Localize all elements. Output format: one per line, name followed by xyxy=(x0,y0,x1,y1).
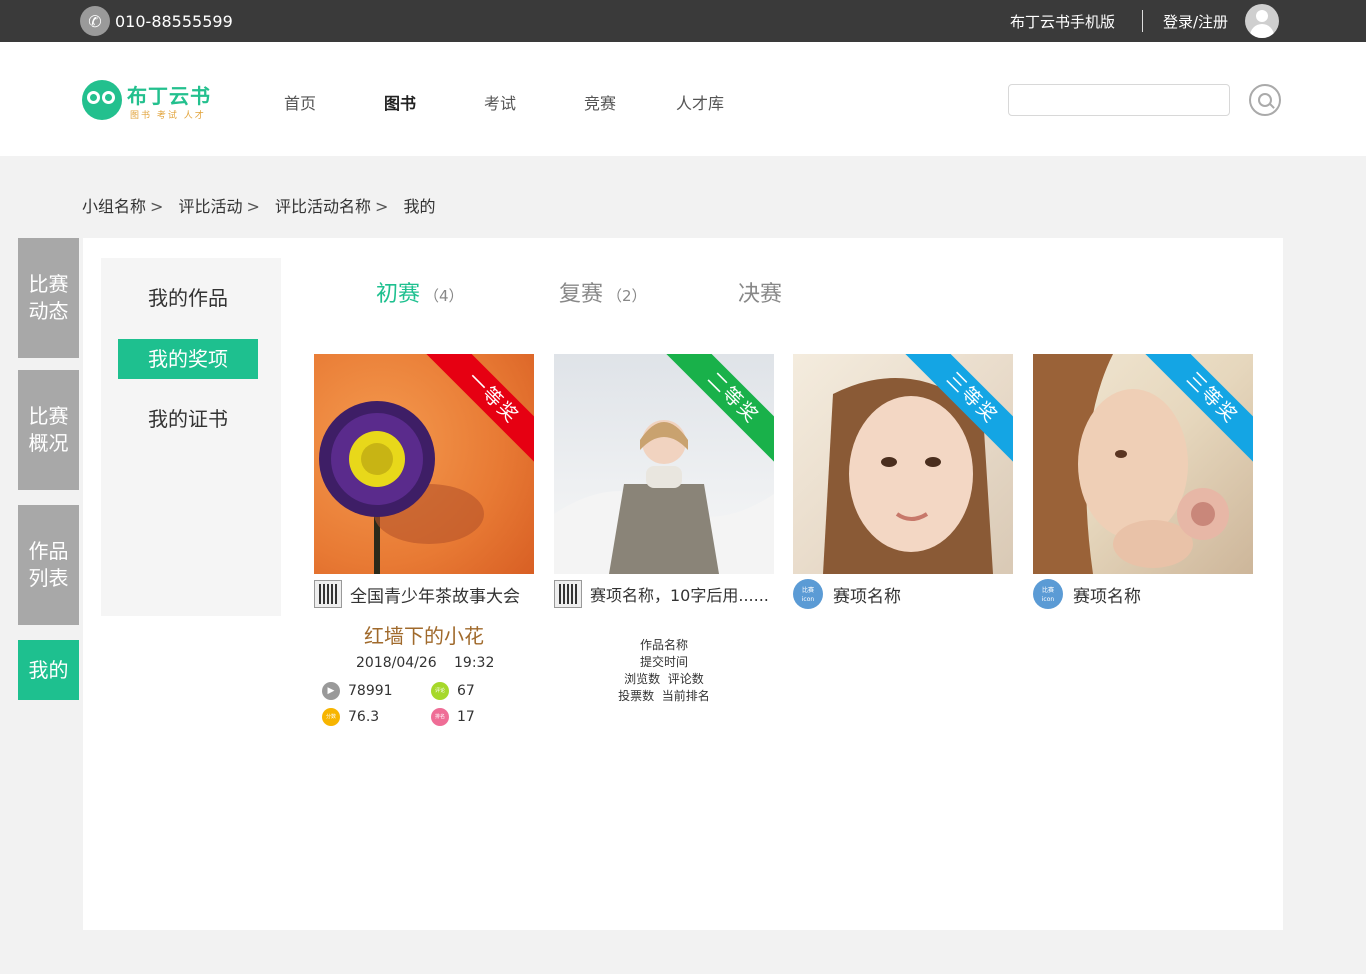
rank-value: 17 xyxy=(457,709,475,725)
rank-icon: 排名 xyxy=(431,708,449,726)
card-title: 赛项名称 xyxy=(1073,586,1141,607)
logo-subtitle: 图书 考试 人才 xyxy=(130,111,206,121)
card-title-row: 赛项名称，10字后用...... xyxy=(554,580,774,608)
award-card[interactable]: 三等奖 比赛 icon 赛项名称 xyxy=(793,354,1013,609)
rank-stat: 排名 17 xyxy=(431,708,475,726)
score-stat: 分数 76.3 xyxy=(322,708,379,726)
card-title: 赛项名称，10字后用...... xyxy=(590,586,769,605)
work-photo-snow-girl[interactable]: 二等奖 xyxy=(554,354,774,574)
breadcrumb-separator: > xyxy=(246,197,260,216)
competition-badge-icon: 比赛 icon xyxy=(1033,579,1063,609)
work-photo-girl-portrait[interactable]: 三等奖 xyxy=(793,354,1013,574)
side-tab-competition-news[interactable]: 比赛 动态 xyxy=(18,238,79,358)
submenu: 我的作品 我的奖项 我的证书 xyxy=(101,258,281,616)
main-panel: 我的作品 我的奖项 我的证书 初赛 （4） 复赛 （2） 决赛 一等奖 全国青少… xyxy=(83,238,1283,930)
side-tab-label: 比赛 xyxy=(28,272,69,296)
work-photo-flower[interactable]: 一等奖 xyxy=(314,354,534,574)
submenu-my-awards[interactable]: 我的奖项 xyxy=(118,339,258,379)
search-icon[interactable] xyxy=(1249,84,1281,116)
side-tab-label: 概况 xyxy=(28,431,69,455)
breadcrumb-current: 我的 xyxy=(403,197,436,216)
side-tab-competition-overview[interactable]: 比赛 概况 xyxy=(18,370,79,490)
side-tab-label: 我的 xyxy=(28,657,69,682)
work-photo-girl-flower[interactable]: 三等奖 xyxy=(1033,354,1253,574)
breadcrumb-separator: > xyxy=(150,197,164,216)
side-tab-label: 列表 xyxy=(28,566,69,590)
phone-text: 010-88555599 xyxy=(115,11,233,31)
tab-preliminary[interactable]: 初赛 （4） xyxy=(376,276,464,308)
card-title: 全国青少年茶故事大会 xyxy=(350,586,520,607)
accordion-icon xyxy=(554,580,582,608)
side-tab-label: 比赛 xyxy=(28,404,69,428)
side-tab-mine[interactable]: 我的 xyxy=(18,640,79,700)
nav-books[interactable]: 图书 xyxy=(384,90,416,114)
legend-line: 投票数 当前排名 xyxy=(618,689,710,703)
breadcrumb-activity[interactable]: 评比活动 xyxy=(179,197,243,216)
comments-stat: 评论 67 xyxy=(431,682,475,700)
tab-label: 复赛 xyxy=(559,282,604,307)
score-value: 76.3 xyxy=(348,709,380,725)
mobile-version-link[interactable]: 布丁云书手机版 xyxy=(1010,11,1115,32)
nav-competitions[interactable]: 竞赛 xyxy=(584,90,616,114)
tab-label: 决赛 xyxy=(738,282,783,307)
breadcrumb: 小组名称 > 评比活动 > 评比活动名称 > 我的 xyxy=(82,193,442,217)
submenu-my-certificates[interactable]: 我的证书 xyxy=(118,399,258,439)
tab-label: 初赛 xyxy=(376,282,421,307)
award-card[interactable]: 三等奖 比赛 icon 赛项名称 xyxy=(1033,354,1253,609)
work-name[interactable]: 红墙下的小花 xyxy=(314,620,534,649)
side-tab-work-list[interactable]: 作品 列表 xyxy=(18,505,79,625)
tab-final[interactable]: 决赛 xyxy=(738,276,782,308)
top-bar: ✆ 010-88555599 布丁云书手机版 登录/注册 xyxy=(0,0,1366,42)
accordion-icon xyxy=(314,580,342,608)
breadcrumb-separator: > xyxy=(375,197,389,216)
comments-count: 67 xyxy=(457,683,475,699)
views-stat: ▶ 78991 xyxy=(322,682,393,700)
avatar-icon[interactable] xyxy=(1245,4,1279,38)
header: 布丁云书 图书 考试 人才 首页 图书 考试 竞赛 人才库 xyxy=(0,42,1366,156)
legend-line: 浏览数 评论数 xyxy=(624,672,704,686)
legend-line: 提交时间 xyxy=(639,655,688,669)
breadcrumb-group[interactable]: 小组名称 xyxy=(82,197,146,216)
card-title-row: 比赛 icon 赛项名称 xyxy=(793,579,1013,609)
card-title-row: 比赛 icon 赛项名称 xyxy=(1033,579,1253,609)
search-input[interactable] xyxy=(1008,84,1230,116)
logo[interactable]: 布丁云书 图书 考试 人才 xyxy=(82,80,212,122)
work-time: 19:32 xyxy=(454,655,495,671)
award-card[interactable]: 一等奖 全国青少年茶故事大会 xyxy=(314,354,534,608)
nav-talent[interactable]: 人才库 xyxy=(676,90,724,114)
nav-home[interactable]: 首页 xyxy=(284,90,316,114)
work-date: 2018/04/26 xyxy=(356,655,437,671)
login-register-link[interactable]: 登录/注册 xyxy=(1163,11,1228,32)
phone-icon: ✆ xyxy=(80,6,110,36)
legend-line: 作品名称 xyxy=(639,638,688,652)
competition-badge-icon: 比赛 icon xyxy=(793,579,823,609)
logo-glasses-icon xyxy=(82,80,122,120)
side-tab-label: 动态 xyxy=(28,299,69,323)
topbar-divider xyxy=(1142,10,1143,32)
phone-number: ✆ 010-88555599 xyxy=(80,6,233,36)
play-icon: ▶ xyxy=(322,682,340,700)
submenu-my-works[interactable]: 我的作品 xyxy=(118,278,258,318)
logo-text: 布丁云书 xyxy=(127,84,211,108)
award-card[interactable]: 二等奖 赛项名称，10字后用...... xyxy=(554,354,774,608)
nav-exams[interactable]: 考试 xyxy=(484,90,516,114)
tab-count: （2） xyxy=(607,287,647,305)
card-title: 赛项名称 xyxy=(833,586,901,607)
comment-icon: 评论 xyxy=(431,682,449,700)
breadcrumb-activity-name[interactable]: 评比活动名称 xyxy=(275,197,371,216)
card-title-row: 全国青少年茶故事大会 xyxy=(314,580,534,608)
side-tab-label: 作品 xyxy=(28,539,69,563)
score-icon: 分数 xyxy=(322,708,340,726)
tab-semifinal[interactable]: 复赛 （2） xyxy=(559,276,647,308)
views-count: 78991 xyxy=(348,683,393,699)
tab-count: （4） xyxy=(424,287,464,305)
